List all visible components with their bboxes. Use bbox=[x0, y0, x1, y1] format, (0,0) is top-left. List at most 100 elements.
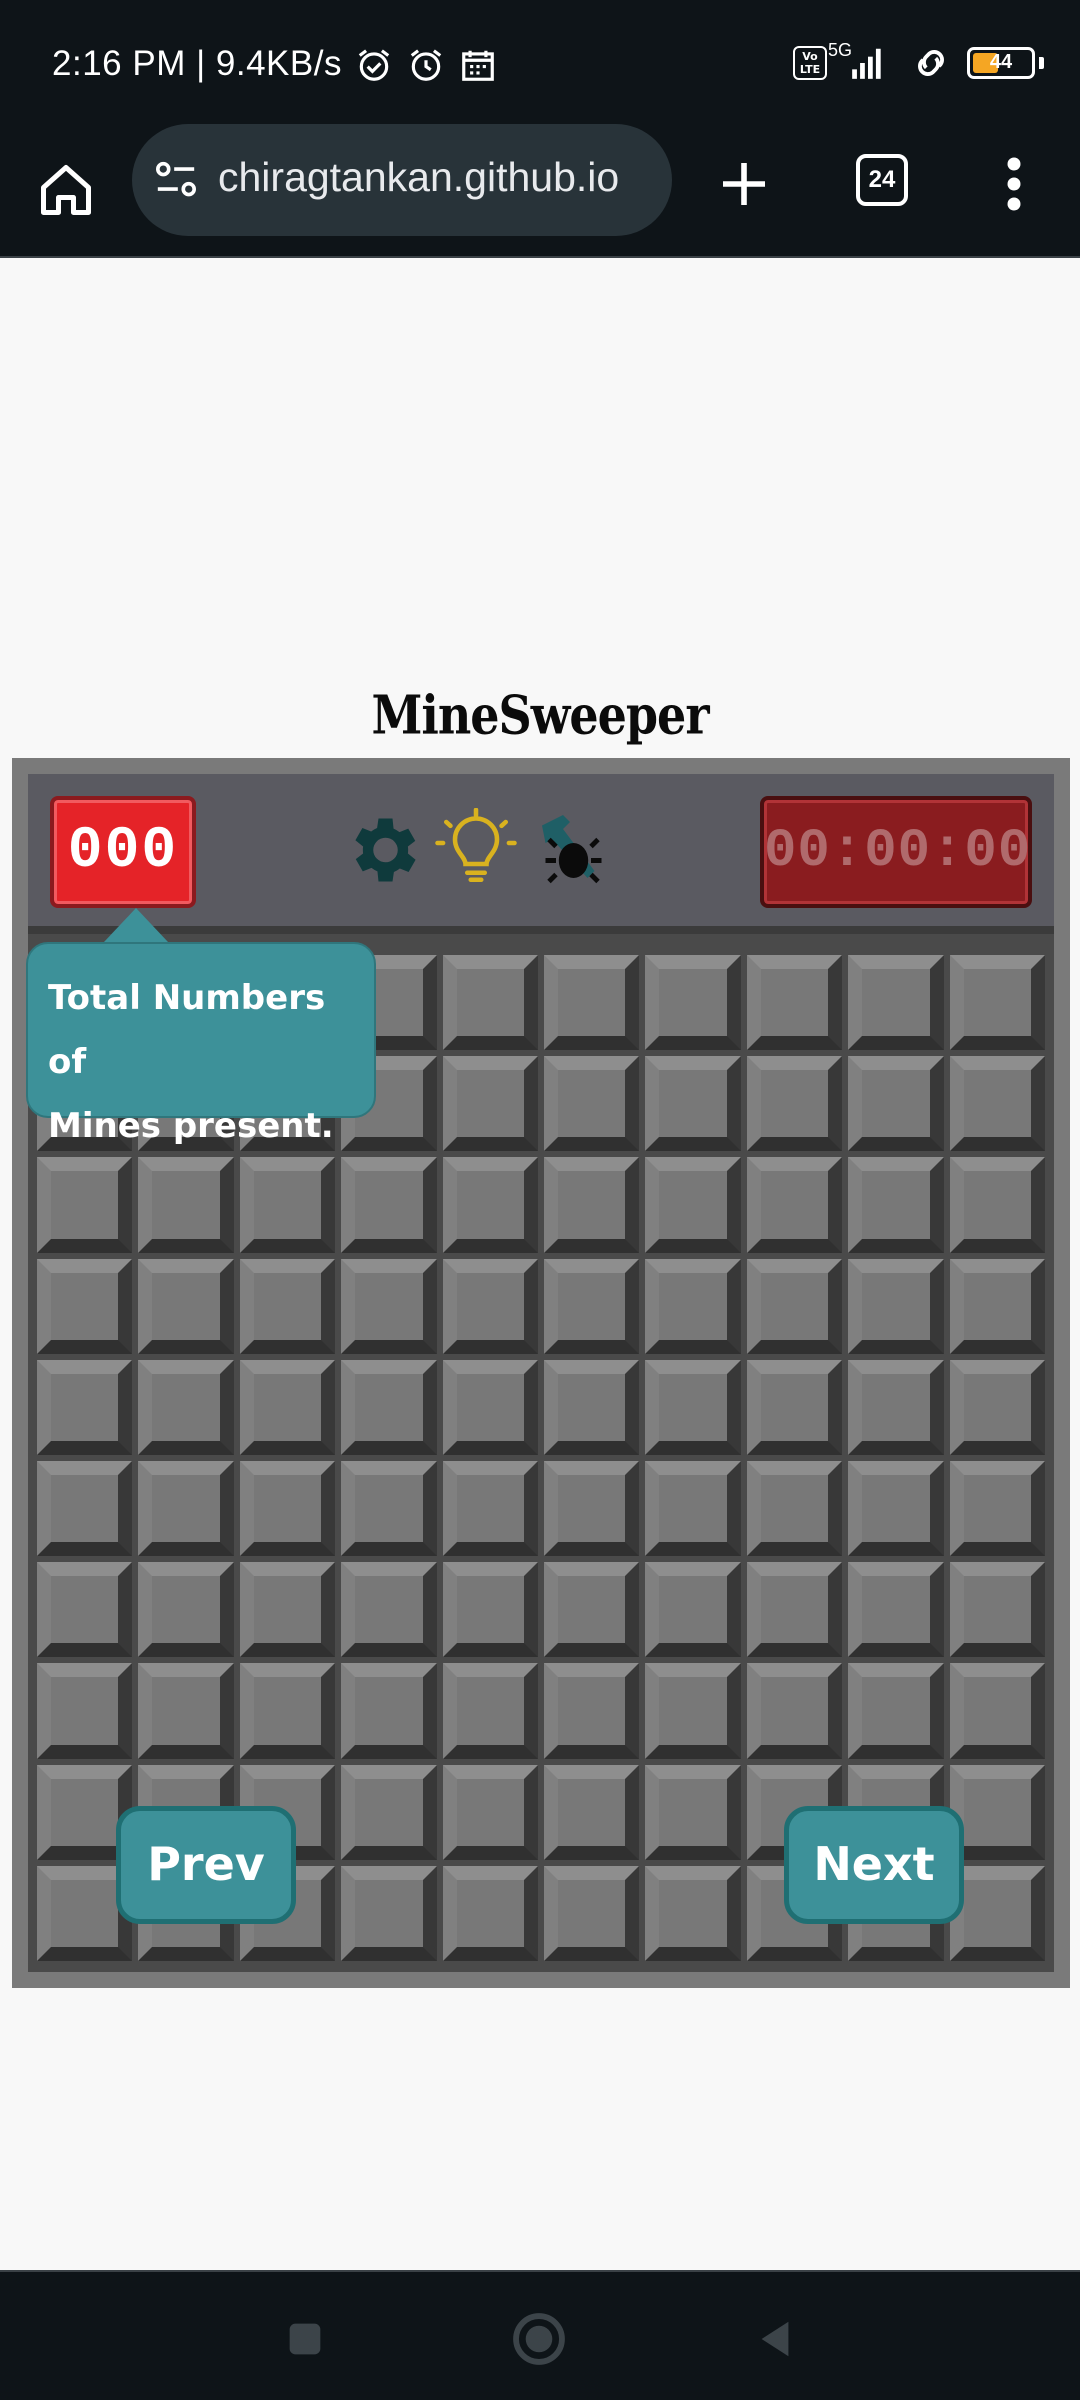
grid-cell[interactable] bbox=[239, 1359, 336, 1455]
url-text[interactable]: chiragtankan.github.io bbox=[218, 154, 658, 201]
grid-cell[interactable] bbox=[442, 1056, 538, 1152]
tab-switcher-button[interactable]: 24 bbox=[856, 154, 908, 206]
prev-button[interactable]: Prev bbox=[116, 1806, 296, 1924]
battery-percentage: 44 bbox=[989, 51, 1013, 73]
grid-cell[interactable] bbox=[442, 1359, 538, 1455]
grid-cell[interactable] bbox=[138, 1157, 234, 1253]
grid-cell[interactable] bbox=[949, 1359, 1045, 1455]
grid-cell[interactable] bbox=[645, 1764, 741, 1860]
gear-icon[interactable] bbox=[340, 808, 424, 892]
grid-cell[interactable] bbox=[848, 1359, 944, 1455]
grid-cell[interactable] bbox=[645, 955, 741, 1051]
grid-cell[interactable] bbox=[848, 1663, 944, 1759]
grid-cell[interactable] bbox=[544, 1663, 640, 1759]
grid-cell[interactable] bbox=[544, 1157, 640, 1253]
grid-cell[interactable] bbox=[746, 1258, 843, 1354]
grid-cell[interactable] bbox=[239, 1663, 336, 1759]
grid-cell[interactable] bbox=[949, 1157, 1045, 1253]
tooltip-text-line1: Total Numbers of bbox=[48, 978, 326, 1082]
grid-cell[interactable] bbox=[341, 1562, 437, 1658]
grid-cell[interactable] bbox=[544, 1764, 640, 1860]
grid-cell[interactable] bbox=[341, 1359, 437, 1455]
grid-cell[interactable] bbox=[138, 1663, 234, 1759]
grid-cell[interactable] bbox=[949, 1663, 1045, 1759]
grid-cell[interactable] bbox=[37, 1460, 133, 1557]
grid-cell[interactable] bbox=[239, 1460, 336, 1557]
grid-cell[interactable] bbox=[746, 1157, 843, 1253]
grid-cell[interactable] bbox=[37, 1359, 133, 1455]
grid-cell[interactable] bbox=[544, 1359, 640, 1455]
grid-cell[interactable] bbox=[949, 1056, 1045, 1152]
lightbulb-icon[interactable] bbox=[434, 808, 518, 892]
grid-cell[interactable] bbox=[848, 1258, 944, 1354]
grid-cell[interactable] bbox=[746, 1359, 843, 1455]
grid-cell[interactable] bbox=[37, 1157, 133, 1253]
grid-cell[interactable] bbox=[341, 1663, 437, 1759]
home-icon[interactable] bbox=[36, 160, 96, 220]
grid-cell[interactable] bbox=[138, 1460, 234, 1557]
grid-cell[interactable] bbox=[848, 1157, 944, 1253]
recent-apps-icon[interactable] bbox=[282, 2316, 328, 2362]
grid-cell[interactable] bbox=[949, 1258, 1045, 1354]
grid-cell[interactable] bbox=[138, 1562, 234, 1658]
game-timer: 00:00:00 bbox=[760, 796, 1032, 908]
home-nav-icon[interactable] bbox=[510, 2310, 568, 2368]
grid-cell[interactable] bbox=[746, 1056, 843, 1152]
grid-cell[interactable] bbox=[645, 1056, 741, 1152]
grid-cell[interactable] bbox=[442, 1764, 538, 1860]
grid-cell[interactable] bbox=[848, 1460, 944, 1557]
grid-cell[interactable] bbox=[138, 1258, 234, 1354]
grid-cell[interactable] bbox=[442, 1663, 538, 1759]
grid-cell[interactable] bbox=[341, 1258, 437, 1354]
grid-cell[interactable] bbox=[544, 1460, 640, 1557]
grid-cell[interactable] bbox=[239, 1157, 336, 1253]
grid-cell[interactable] bbox=[341, 1865, 437, 1961]
grid-cell[interactable] bbox=[645, 1258, 741, 1354]
grid-cell[interactable] bbox=[848, 1562, 944, 1658]
grid-cell[interactable] bbox=[645, 1663, 741, 1759]
grid-cell[interactable] bbox=[645, 1865, 741, 1961]
grid-cell[interactable] bbox=[949, 955, 1045, 1051]
grid-cell[interactable] bbox=[848, 955, 944, 1051]
grid-cell[interactable] bbox=[442, 1562, 538, 1658]
grid-cell[interactable] bbox=[746, 1562, 843, 1658]
grid-cell[interactable] bbox=[442, 1460, 538, 1557]
grid-cell[interactable] bbox=[442, 1865, 538, 1961]
grid-cell[interactable] bbox=[37, 1663, 133, 1759]
grid-cell[interactable] bbox=[645, 1157, 741, 1253]
grid-cell[interactable] bbox=[37, 1258, 133, 1354]
grid-cell[interactable] bbox=[949, 1460, 1045, 1557]
more-menu-icon[interactable] bbox=[1000, 154, 1028, 214]
grid-cell[interactable] bbox=[746, 1663, 843, 1759]
grid-cell[interactable] bbox=[645, 1562, 741, 1658]
grid-cell[interactable] bbox=[544, 1865, 640, 1961]
grid-cell[interactable] bbox=[341, 1764, 437, 1860]
grid-cell[interactable] bbox=[239, 1562, 336, 1658]
grid-cell[interactable] bbox=[848, 1056, 944, 1152]
grid-cell[interactable] bbox=[949, 1562, 1045, 1658]
link-icon bbox=[918, 50, 944, 76]
grid-cell[interactable] bbox=[746, 1460, 843, 1557]
grid-cell[interactable] bbox=[37, 1562, 133, 1658]
grid-cell[interactable] bbox=[239, 1258, 336, 1354]
grid-cell[interactable] bbox=[544, 955, 640, 1051]
grid-cell[interactable] bbox=[442, 1258, 538, 1354]
site-settings-icon[interactable] bbox=[154, 160, 198, 200]
address-bar[interactable]: chiragtankan.github.io bbox=[132, 124, 672, 236]
battery-tip bbox=[1039, 57, 1044, 69]
grid-cell[interactable] bbox=[746, 955, 843, 1051]
hammer-bug-icon[interactable] bbox=[528, 808, 612, 892]
grid-cell[interactable] bbox=[138, 1359, 234, 1455]
grid-cell[interactable] bbox=[645, 1460, 741, 1557]
next-button[interactable]: Next bbox=[784, 1806, 964, 1924]
grid-cell[interactable] bbox=[341, 1157, 437, 1253]
grid-cell[interactable] bbox=[442, 955, 538, 1051]
grid-cell[interactable] bbox=[544, 1258, 640, 1354]
grid-cell[interactable] bbox=[645, 1359, 741, 1455]
grid-cell[interactable] bbox=[341, 1460, 437, 1557]
grid-cell[interactable] bbox=[442, 1157, 538, 1253]
grid-cell[interactable] bbox=[544, 1562, 640, 1658]
new-tab-icon[interactable] bbox=[716, 156, 772, 212]
back-icon[interactable] bbox=[752, 2316, 798, 2362]
grid-cell[interactable] bbox=[544, 1056, 640, 1152]
